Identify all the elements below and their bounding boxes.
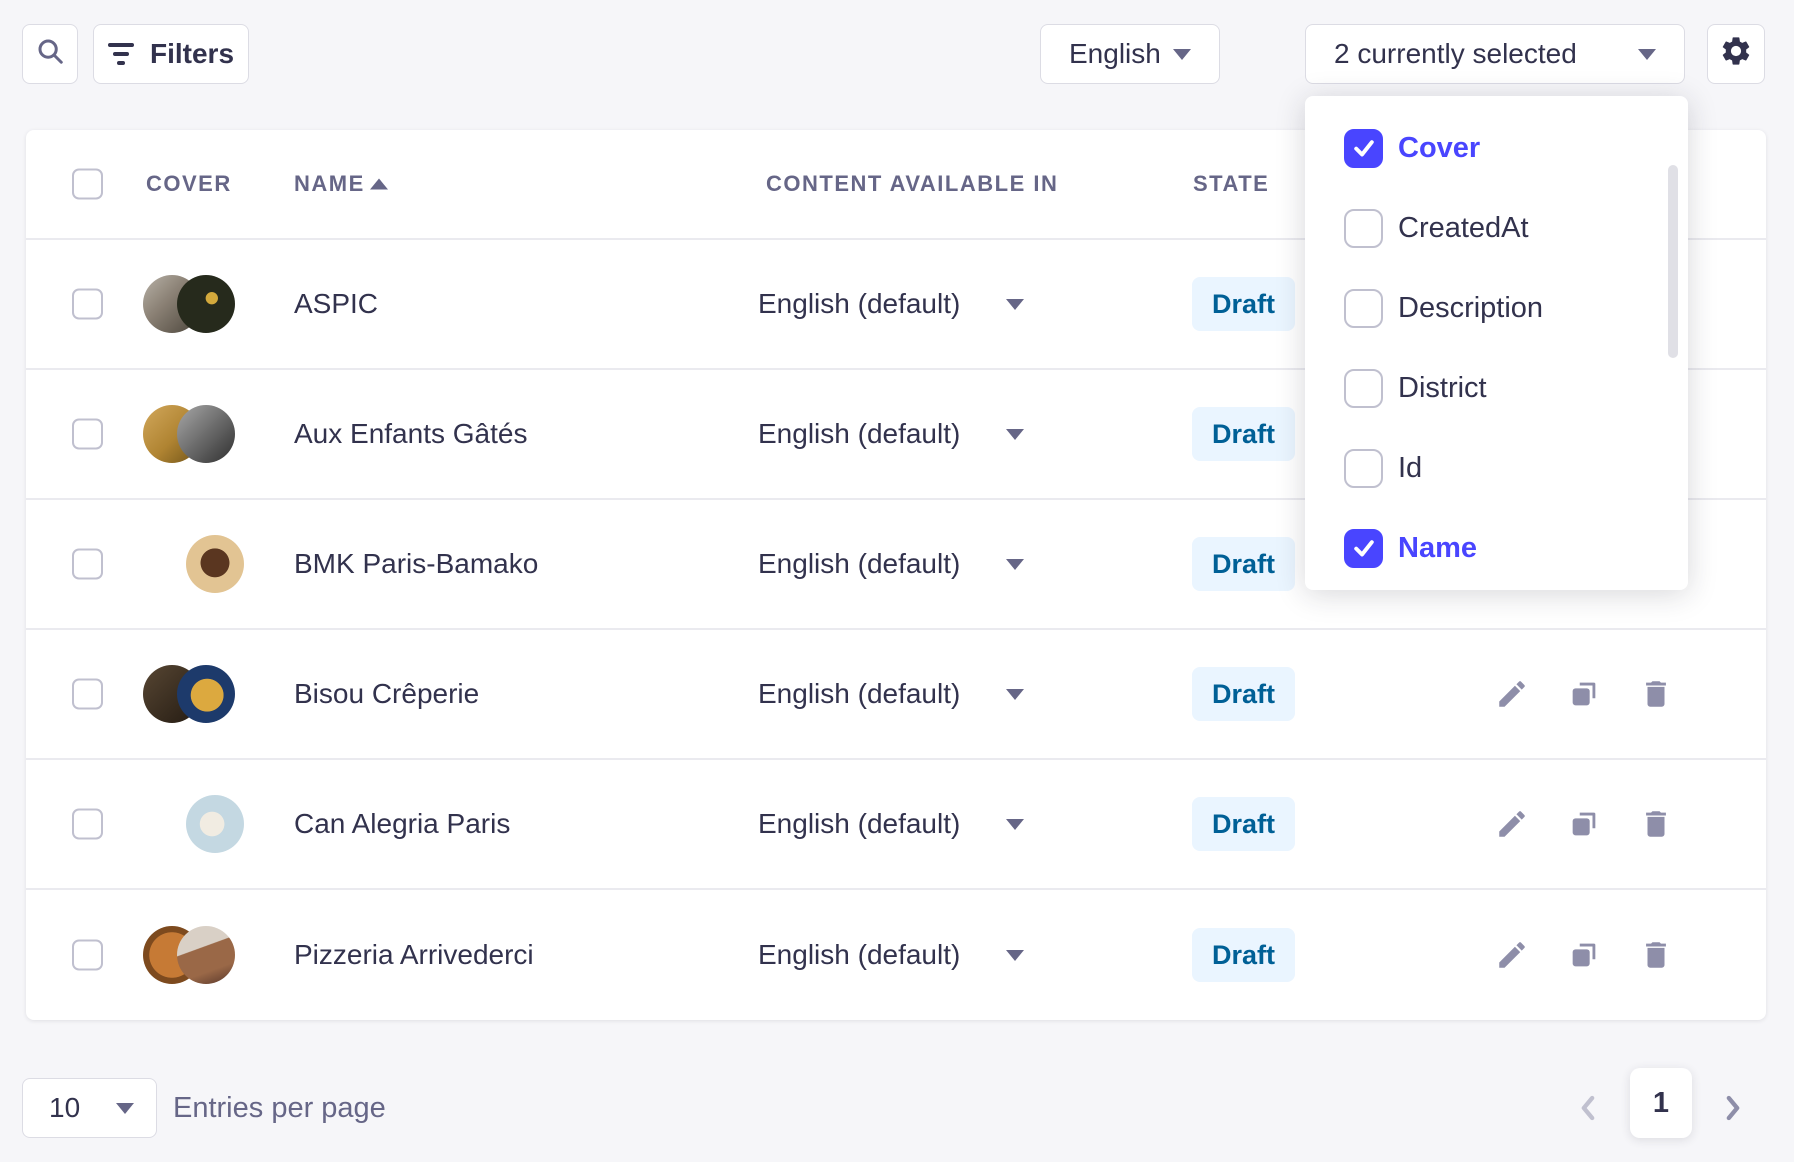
header-name[interactable]: NAME (294, 171, 365, 197)
chevron-down-icon (1006, 819, 1024, 830)
gear-icon (1719, 34, 1753, 75)
header-cover: COVER (146, 171, 232, 197)
column-picker-select[interactable]: 2 currently selected (1305, 24, 1685, 84)
checkbox-unchecked-icon[interactable] (1344, 289, 1383, 328)
cover-photo (186, 795, 244, 853)
entry-name: Pizzeria Arrivederci (294, 939, 534, 971)
chevron-down-icon (1006, 689, 1024, 700)
previous-page-button[interactable] (1568, 1088, 1608, 1128)
entries-per-page-label: Entries per page (173, 1078, 386, 1138)
cover-photo (186, 535, 244, 593)
locale-dropdown[interactable]: English (default) (758, 678, 1024, 710)
status-badge: Draft (1192, 928, 1295, 982)
locale-dropdown[interactable]: English (default) (758, 548, 1024, 580)
chevron-down-icon (1173, 49, 1191, 60)
row-checkbox[interactable] (72, 940, 103, 971)
chevron-down-icon (1006, 559, 1024, 570)
table-row[interactable]: Can Alegria Paris English (default) Draf… (26, 760, 1766, 890)
locale-select[interactable]: English (1040, 24, 1220, 84)
delete-icon[interactable] (1639, 677, 1673, 711)
search-icon (35, 36, 65, 73)
locale-dropdown[interactable]: English (default) (758, 808, 1024, 840)
checkbox-unchecked-icon[interactable] (1344, 209, 1383, 248)
row-checkbox[interactable] (72, 809, 103, 840)
status-badge: Draft (1192, 797, 1295, 851)
column-option-cover[interactable]: Cover (1305, 108, 1688, 188)
column-option-description[interactable]: Description (1305, 268, 1688, 348)
row-checkbox[interactable] (72, 679, 103, 710)
row-checkbox[interactable] (72, 419, 103, 450)
settings-button[interactable] (1707, 24, 1765, 84)
locale-dropdown[interactable]: English (default) (758, 288, 1024, 320)
next-page-button[interactable] (1713, 1088, 1753, 1128)
delete-icon[interactable] (1639, 807, 1673, 841)
edit-icon[interactable] (1495, 807, 1529, 841)
search-button[interactable] (22, 24, 78, 84)
row-actions (1495, 677, 1673, 711)
column-picker-dropdown: Cover CreatedAt Description District Id … (1305, 96, 1688, 590)
header-content-available-in: CONTENT AVAILABLE IN (766, 171, 1058, 197)
chevron-down-icon (1006, 299, 1024, 310)
locale-dropdown[interactable]: English (default) (758, 418, 1024, 450)
scrollbar-thumb[interactable] (1668, 165, 1678, 358)
checkbox-unchecked-icon[interactable] (1344, 449, 1383, 488)
status-badge: Draft (1192, 537, 1295, 591)
select-all-checkbox[interactable] (72, 169, 103, 200)
duplicate-icon[interactable] (1567, 677, 1601, 711)
entries-per-page-value: 10 (49, 1092, 80, 1124)
column-option-district[interactable]: District (1305, 348, 1688, 428)
entry-name: BMK Paris-Bamako (294, 548, 538, 580)
locale-select-value: English (1069, 38, 1161, 70)
cover-photo (177, 405, 235, 463)
entry-name: ASPIC (294, 288, 378, 320)
status-badge: Draft (1192, 407, 1295, 461)
chevron-down-icon (1006, 950, 1024, 961)
row-actions (1495, 938, 1673, 972)
filter-icon (108, 43, 134, 65)
edit-icon[interactable] (1495, 677, 1529, 711)
status-badge: Draft (1192, 667, 1295, 721)
chevron-down-icon (116, 1103, 134, 1114)
column-option-createdat[interactable]: CreatedAt (1305, 188, 1688, 268)
sort-asc-icon[interactable] (370, 179, 388, 190)
delete-icon[interactable] (1639, 938, 1673, 972)
status-badge: Draft (1192, 277, 1295, 331)
entry-name: Aux Enfants Gâtés (294, 418, 527, 450)
column-picker-value: 2 currently selected (1334, 38, 1577, 70)
locale-dropdown[interactable]: English (default) (758, 939, 1024, 971)
entry-name: Can Alegria Paris (294, 808, 510, 840)
cover-photo (177, 926, 235, 984)
column-option-id[interactable]: Id (1305, 428, 1688, 508)
table-row[interactable]: Bisou Crêperie English (default) Draft (26, 630, 1766, 760)
chevron-down-icon (1006, 429, 1024, 440)
column-option-name[interactable]: Name (1305, 508, 1688, 588)
row-actions (1495, 807, 1673, 841)
entry-name: Bisou Crêperie (294, 678, 479, 710)
filters-button-label: Filters (150, 38, 234, 70)
current-page-button[interactable]: 1 (1630, 1068, 1692, 1138)
row-checkbox[interactable] (72, 549, 103, 580)
chevron-down-icon (1638, 49, 1656, 60)
cover-photo (177, 275, 235, 333)
checkbox-unchecked-icon[interactable] (1344, 369, 1383, 408)
duplicate-icon[interactable] (1567, 938, 1601, 972)
duplicate-icon[interactable] (1567, 807, 1601, 841)
table-row[interactable]: Pizzeria Arrivederci English (default) D… (26, 890, 1766, 1020)
row-checkbox[interactable] (72, 289, 103, 320)
edit-icon[interactable] (1495, 938, 1529, 972)
header-state: STATE (1193, 171, 1269, 197)
checkbox-checked-icon[interactable] (1344, 529, 1383, 568)
filters-button[interactable]: Filters (93, 24, 249, 84)
entries-per-page-select[interactable]: 10 (22, 1078, 157, 1138)
cover-photo (177, 665, 235, 723)
checkbox-checked-icon[interactable] (1344, 129, 1383, 168)
